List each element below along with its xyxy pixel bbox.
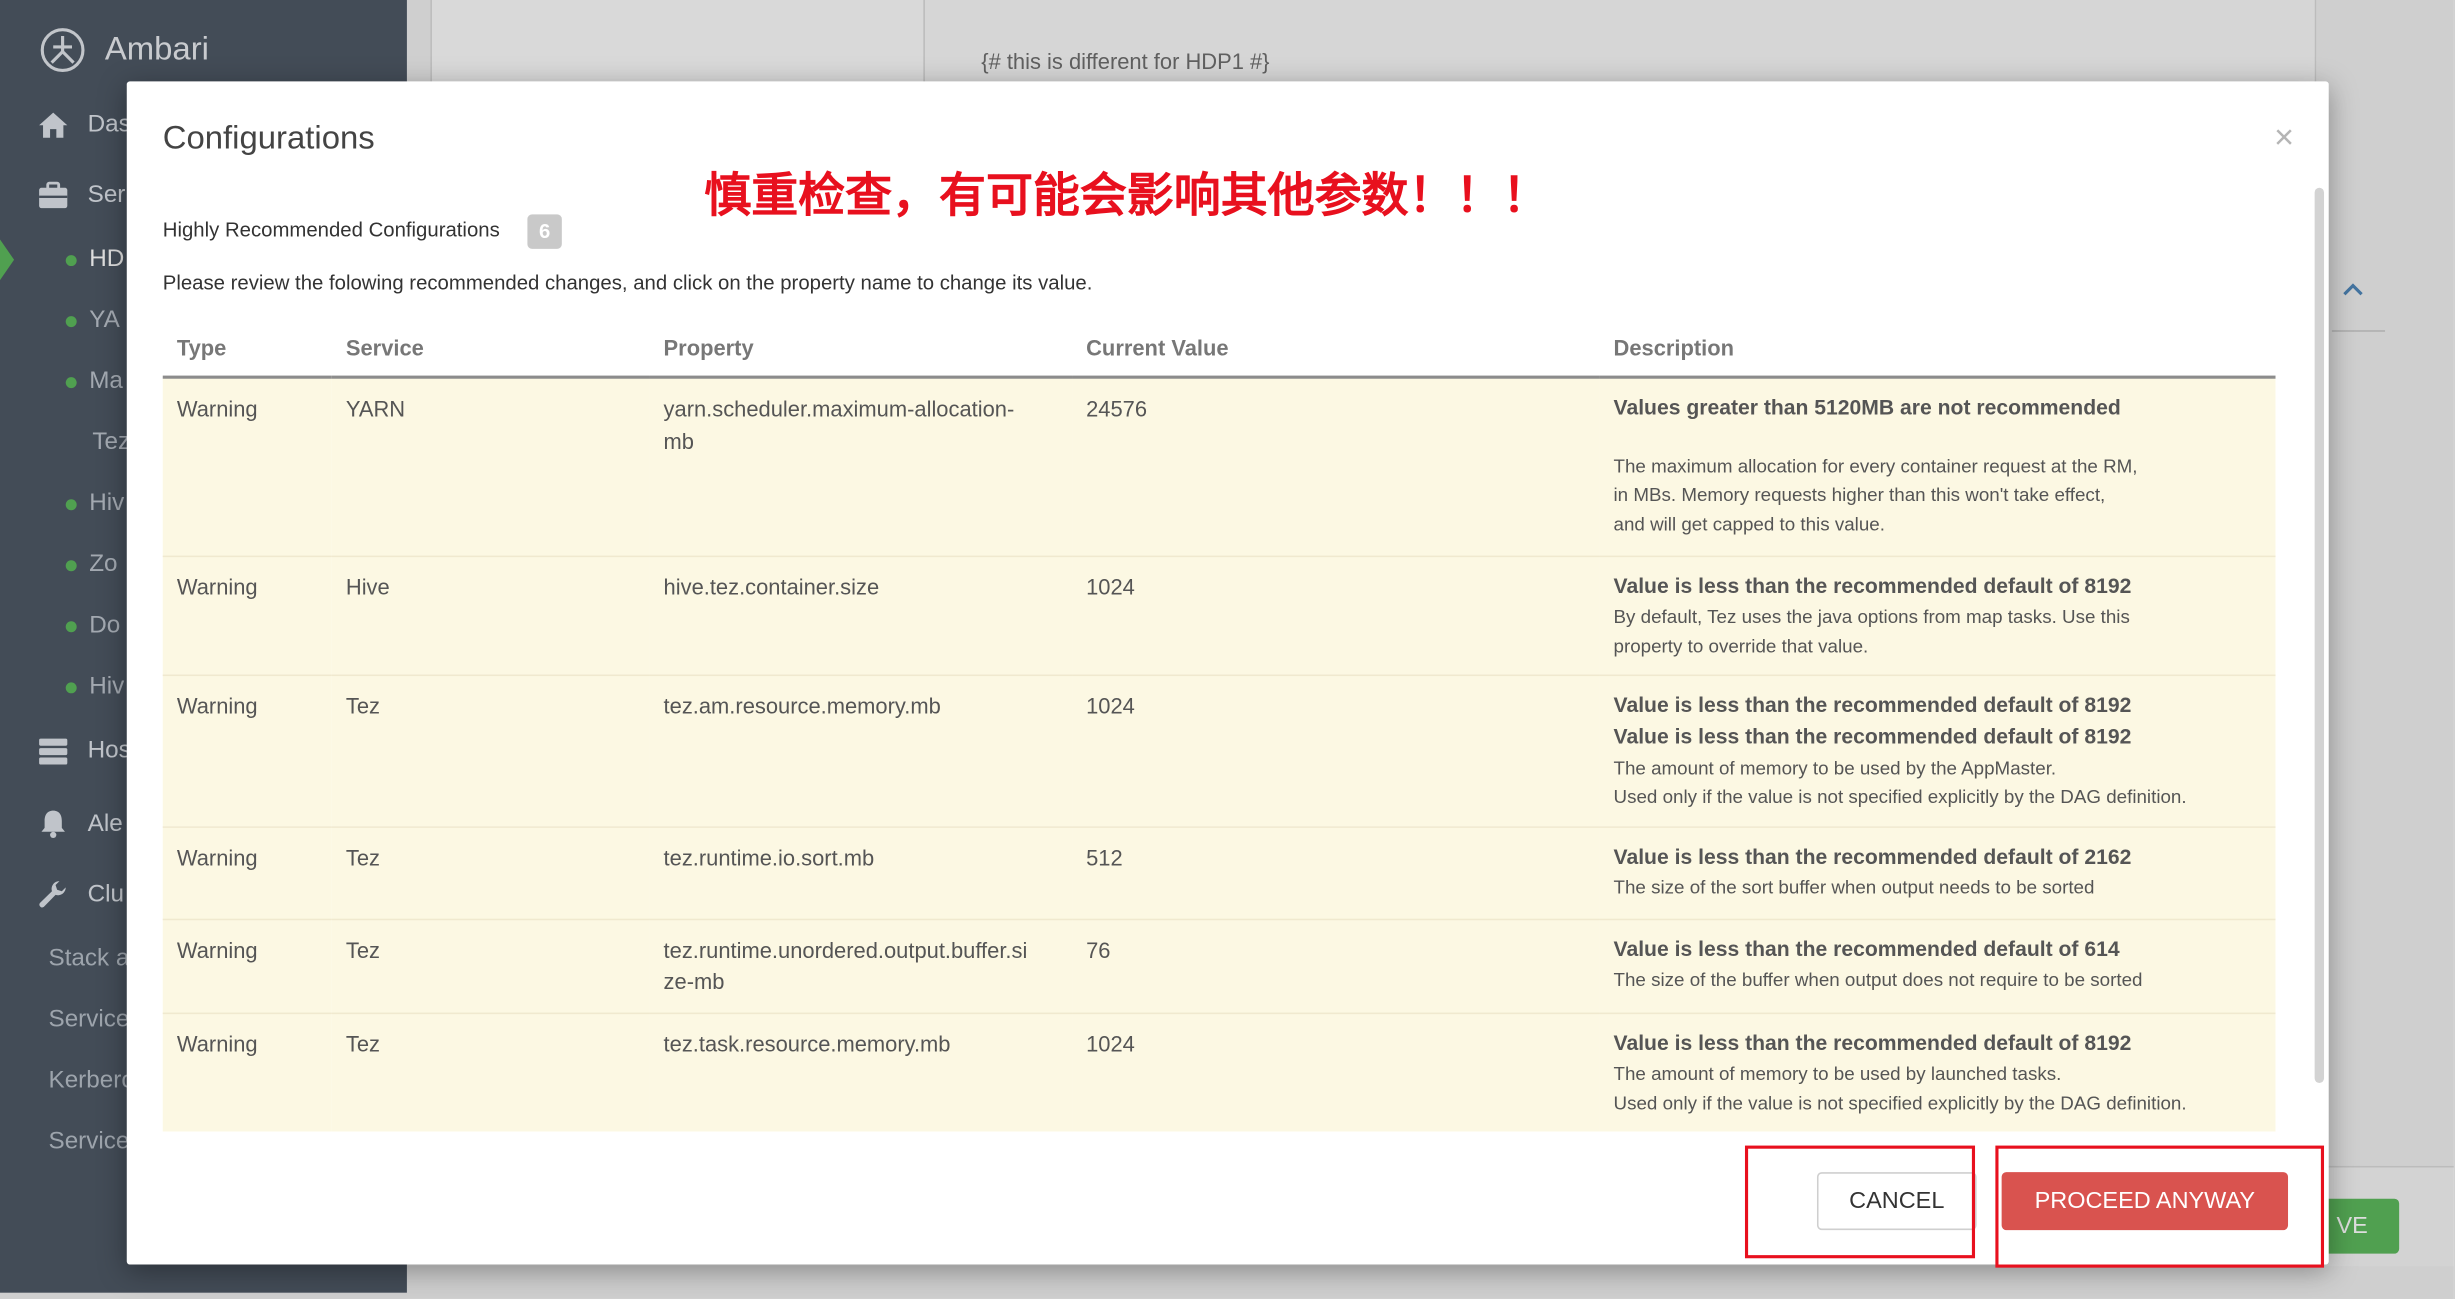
- description-cell: Value is less than the recommended defau…: [1599, 917, 2276, 1013]
- description-line: property to override that value.: [1613, 634, 1869, 657]
- type-cell: Warning: [162, 825, 332, 919]
- description-line: The amount of memory to be used by the A…: [1613, 756, 2057, 779]
- description-cell: Value is less than the recommended defau…: [1599, 825, 2276, 919]
- configurations-modal: Configurations × 慎重检查，有可能会影响其他参数！！！ High…: [126, 81, 2329, 1268]
- table-row: Warning Tez tez.runtime.io.sort.mb 512 V…: [162, 825, 2276, 919]
- description-line: Used only if the value is not specified …: [1613, 1091, 2187, 1114]
- column-header-property: Property: [649, 323, 1073, 379]
- description-notes: The amount of memory to be used by launc…: [1614, 1060, 2262, 1118]
- current-value-cell: 1024: [1072, 673, 1600, 827]
- count-badge: 6: [527, 214, 562, 249]
- property-link[interactable]: tez.runtime.io.sort.mb: [664, 841, 1032, 873]
- description-line: in MBs. Memory requests higher than this…: [1613, 483, 2106, 506]
- service-cell: Tez: [331, 917, 650, 1013]
- warning-message: Value is less than the recommended defau…: [1613, 844, 2132, 868]
- property-cell: yarn.scheduler.maximum-allocation-mb: [649, 376, 1073, 556]
- table-row: Warning Tez tez.runtime.unordered.output…: [162, 917, 2276, 1013]
- scrollbar[interactable]: [2314, 187, 2325, 1083]
- description-line: and will get capped to this value.: [1613, 512, 1885, 535]
- current-value-cell: 1024: [1072, 1011, 1600, 1132]
- type-cell: Warning: [162, 673, 332, 827]
- property-cell: hive.tez.container.size: [649, 554, 1073, 675]
- description-notes: The maximum allocation for every contain…: [1614, 452, 2262, 539]
- service-cell: Hive: [331, 554, 650, 675]
- property-link[interactable]: tez.task.resource.memory.mb: [664, 1027, 1032, 1059]
- highlight-box-cancel: [1744, 1145, 1976, 1259]
- table-row: Warning Hive hive.tez.container.size 102…: [162, 554, 2276, 675]
- service-cell: Tez: [331, 825, 650, 919]
- description-notes: By default, Tez uses the java options fr…: [1614, 603, 2262, 661]
- warning-annotation: 慎重检查，有可能会影响其他参数！！！: [704, 169, 1550, 224]
- modal-title: Configurations: [162, 120, 375, 157]
- instructions-text: Please review the folowing recommended c…: [162, 270, 1093, 295]
- property-cell: tez.task.resource.memory.mb: [649, 1011, 1073, 1132]
- service-cell: Tez: [331, 1011, 650, 1132]
- property-cell: tez.runtime.unordered.output.buffer.size…: [649, 917, 1073, 1013]
- property-link[interactable]: tez.am.resource.memory.mb: [664, 689, 1032, 721]
- section-title: Highly Recommended Configurations: [162, 217, 500, 242]
- column-header-current-value: Current Value: [1072, 323, 1600, 379]
- warning-message: Value is less than the recommended defau…: [1613, 1030, 2132, 1055]
- column-header-description: Description: [1599, 323, 2276, 379]
- property-link[interactable]: tez.runtime.unordered.output.buffer.size…: [664, 934, 1032, 998]
- description-line: By default, Tez uses the java options fr…: [1613, 605, 2130, 628]
- description-line: The amount of memory to be used by launc…: [1613, 1062, 2062, 1085]
- table-header-row: Type Service Property Current Value Desc…: [162, 323, 2276, 379]
- description-line: Used only if the value is not specified …: [1613, 785, 2187, 808]
- property-link[interactable]: yarn.scheduler.maximum-allocation-mb: [664, 393, 1032, 457]
- description-notes: The size of the sort buffer when output …: [1614, 873, 2262, 902]
- table-row: Warning Tez tez.am.resource.memory.mb 10…: [162, 673, 2276, 827]
- description-cell: Value is less than the recommended defau…: [1599, 554, 2276, 675]
- service-cell: YARN: [331, 376, 650, 556]
- column-header-service: Service: [331, 323, 650, 379]
- warning-message: Value is less than the recommended defau…: [1613, 692, 2132, 716]
- description-line: The size of the buffer when output does …: [1613, 968, 2143, 991]
- property-link[interactable]: hive.tez.container.size: [664, 570, 1032, 602]
- description-notes: The size of the buffer when output does …: [1614, 966, 2262, 995]
- property-cell: tez.am.resource.memory.mb: [649, 673, 1073, 827]
- current-value-cell: 76: [1072, 917, 1600, 1013]
- app-window: {# this is different for HDP1 #} VE Amba…: [0, 0, 2454, 1299]
- column-header-type: Type: [162, 323, 332, 379]
- highlight-box-proceed: [1995, 1145, 2325, 1268]
- type-cell: Warning: [162, 554, 332, 675]
- property-cell: tez.runtime.io.sort.mb: [649, 825, 1073, 919]
- close-icon[interactable]: ×: [2274, 118, 2294, 157]
- description-line: The maximum allocation for every contain…: [1613, 454, 2138, 477]
- description-line: The size of the sort buffer when output …: [1613, 876, 2095, 899]
- type-cell: Warning: [162, 917, 332, 1013]
- current-value-cell: 24576: [1072, 376, 1600, 556]
- description-notes: The amount of memory to be used by the A…: [1614, 754, 2262, 812]
- warning-message: Values greater than 5120MB are not recom…: [1613, 395, 2121, 420]
- description-cell: Value is less than the recommended defau…: [1599, 1011, 2276, 1132]
- warning-message: Value is less than the recommended defau…: [1613, 724, 2132, 749]
- current-value-cell: 512: [1072, 825, 1600, 919]
- type-cell: Warning: [162, 376, 332, 556]
- current-value-cell: 1024: [1072, 554, 1600, 675]
- type-cell: Warning: [162, 1011, 332, 1132]
- description-cell: Values greater than 5120MB are not recom…: [1599, 376, 2276, 556]
- warning-message: Value is less than the recommended defau…: [1613, 936, 2120, 961]
- table-row: Warning YARN yarn.scheduler.maximum-allo…: [162, 376, 2276, 556]
- warning-message: Value is less than the recommended defau…: [1613, 573, 2132, 598]
- service-cell: Tez: [331, 673, 650, 827]
- description-cell: Value is less than the recommended defau…: [1599, 673, 2276, 827]
- table-row: Warning Tez tez.task.resource.memory.mb …: [162, 1011, 2276, 1132]
- recommendations-table: Type Service Property Current Value Desc…: [162, 323, 2276, 1132]
